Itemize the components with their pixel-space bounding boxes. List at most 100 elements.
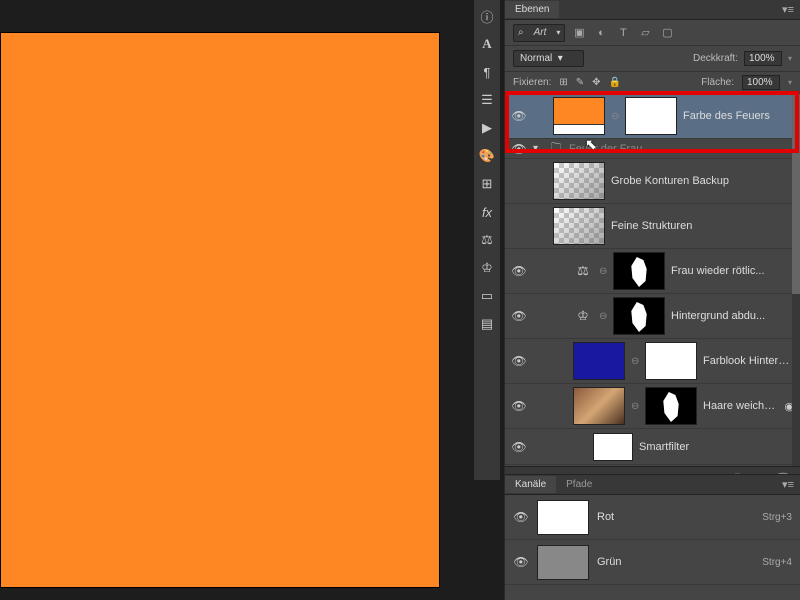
list-icon[interactable]: ☰ xyxy=(477,90,497,110)
layer-row[interactable]: 👁 ⚖ ⊖ Frau wieder rötlic... xyxy=(505,249,800,294)
visibility-icon[interactable]: 👁 xyxy=(511,109,527,123)
stack-icon[interactable]: ▤ xyxy=(477,314,497,334)
visibility-icon[interactable]: 👁 xyxy=(511,354,527,368)
layer-row[interactable]: Grobe Konturen Backup xyxy=(505,159,800,204)
visibility-icon[interactable]: 👁 xyxy=(511,440,527,454)
paragraph-icon[interactable]: ¶ xyxy=(477,62,497,82)
layer-list: 👁 ⊖ Farbe des Feuers 👁 ▾ 🗀 Feuer der Fra… xyxy=(505,94,800,474)
layer-thumbnail[interactable] xyxy=(573,387,625,425)
layer-thumbnail[interactable] xyxy=(573,342,625,380)
palette-icon[interactable]: 🎨 xyxy=(477,146,497,166)
tab-bar: Ebenen ▾≡ xyxy=(505,0,800,20)
mask-thumbnail[interactable] xyxy=(613,252,665,290)
scrollbar[interactable] xyxy=(792,94,800,474)
balance-icon: ⚖ xyxy=(573,263,593,279)
chevron-down-icon[interactable]: ▾ xyxy=(788,78,792,87)
layer-filter-select[interactable]: ⌕ Art ▾ xyxy=(513,24,565,42)
link-icon[interactable]: ⊖ xyxy=(599,266,607,277)
channel-name: Grün xyxy=(597,556,754,568)
visibility-icon[interactable]: 👁 xyxy=(511,264,527,278)
text-tool-icon[interactable]: A xyxy=(477,34,497,54)
fx-icon[interactable]: fx xyxy=(477,202,497,222)
channel-thumbnail[interactable] xyxy=(537,545,589,580)
mask-thumbnail[interactable] xyxy=(625,97,677,135)
filter-shape-icon[interactable]: ▱ xyxy=(637,26,653,39)
lock-row: Fixieren: ⊞ ✎ ✥ 🔒 Fläche: 100% ▾ xyxy=(505,72,800,94)
mask-thumbnail[interactable] xyxy=(645,342,697,380)
channel-row[interactable]: 👁 Rot Strg+3 xyxy=(505,495,800,540)
mask-thumbnail[interactable] xyxy=(645,387,697,425)
layer-name[interactable]: Grobe Konturen Backup xyxy=(611,175,794,187)
curves-icon: ♔ xyxy=(573,308,593,324)
layer-name[interactable]: Haare weichz... xyxy=(703,400,778,412)
layer-name[interactable]: Feuer der Frau xyxy=(569,143,794,155)
channel-thumbnail[interactable] xyxy=(537,500,589,535)
channel-name: Rot xyxy=(597,511,754,523)
link-icon[interactable]: ⊖ xyxy=(611,111,619,122)
lock-move-icon[interactable]: ✥ xyxy=(592,77,600,88)
scales-icon[interactable]: ⚖ xyxy=(477,230,497,250)
link-icon[interactable]: ⊖ xyxy=(631,356,639,367)
crown-icon[interactable]: ♔ xyxy=(477,258,497,278)
fill-input[interactable]: 100% xyxy=(742,75,780,90)
filter-toolbar: ⌕ Art ▾ ▣ ◐ T ▱ ▢ xyxy=(505,20,800,46)
lock-all-icon[interactable]: 🔒 xyxy=(609,77,621,88)
lock-transparency-icon[interactable]: ⊞ xyxy=(559,77,567,88)
canvas[interactable] xyxy=(0,32,440,588)
filter-image-icon[interactable]: ▣ xyxy=(571,26,587,39)
folder-icon: 🗀 xyxy=(551,140,563,157)
search-icon: ⌕ xyxy=(514,27,528,38)
layer-name[interactable]: Smartfilter xyxy=(639,441,794,453)
opacity-label: Deckkraft: xyxy=(693,53,738,64)
panel-menu-icon[interactable]: ▾≡ xyxy=(776,3,800,16)
layer-row[interactable]: 👁 ♔ ⊖ Hintergrund abdu... xyxy=(505,294,800,339)
fill-label: Fläche: xyxy=(701,77,734,88)
tab-paths[interactable]: Pfade xyxy=(556,476,602,493)
panel-menu-icon[interactable]: ▾≡ xyxy=(776,478,800,491)
mask-thumbnail[interactable] xyxy=(593,433,633,461)
doc-icon[interactable]: ▭ xyxy=(477,286,497,306)
tab-layers[interactable]: Ebenen xyxy=(505,1,559,18)
layer-row[interactable]: 👁 ▾ 🗀 Feuer der Frau xyxy=(505,139,800,159)
chevron-down-icon[interactable]: ▾ xyxy=(788,54,792,63)
visibility-icon[interactable]: 👁 xyxy=(511,142,527,156)
info-icon[interactable]: ⓘ xyxy=(477,6,497,26)
visibility-icon[interactable]: 👁 xyxy=(511,399,527,413)
layer-row[interactable]: 👁 ⊖ Farbe des Feuers xyxy=(505,94,800,139)
channel-row[interactable]: 👁 Grün Strg+4 xyxy=(505,540,800,585)
layer-row[interactable]: 👁 ⊖ Farblook Hintergr... xyxy=(505,339,800,384)
layer-name[interactable]: Feine Strukturen xyxy=(611,220,794,232)
mask-thumbnail[interactable] xyxy=(613,297,665,335)
link-icon[interactable]: ⊖ xyxy=(631,401,639,412)
filter-text-icon[interactable]: T xyxy=(615,27,631,39)
blend-row: Normal ▾ Deckkraft: 100% ▾ xyxy=(505,46,800,72)
layer-row[interactable]: Feine Strukturen xyxy=(505,204,800,249)
visibility-icon[interactable]: 👁 xyxy=(513,555,529,569)
filter-smart-icon[interactable]: ▢ xyxy=(659,26,675,39)
blend-mode-select[interactable]: Normal ▾ xyxy=(513,50,584,67)
layer-thumbnail[interactable] xyxy=(553,97,605,135)
layer-row[interactable]: 👁 ⊖ Haare weichz... ◉ xyxy=(505,384,800,429)
layer-row[interactable]: 👁 Smartfilter xyxy=(505,429,800,465)
layer-thumbnail[interactable] xyxy=(553,207,605,245)
layers-panel: Ebenen ▾≡ ⌕ Art ▾ ▣ ◐ T ▱ ▢ Normal ▾ Dec… xyxy=(504,0,800,600)
channel-shortcut: Strg+4 xyxy=(762,557,792,568)
opacity-input[interactable]: 100% xyxy=(744,51,782,66)
lock-brush-icon[interactable]: ✎ xyxy=(576,77,584,88)
chevron-down-icon[interactable]: ▾ xyxy=(533,143,545,154)
layer-name[interactable]: Frau wieder rötlic... xyxy=(671,265,794,277)
layer-thumbnail[interactable] xyxy=(553,162,605,200)
tab-channels[interactable]: Kanäle xyxy=(505,476,556,493)
filter-adjust-icon[interactable]: ◐ xyxy=(593,27,609,39)
visibility-icon[interactable]: 👁 xyxy=(511,309,527,323)
grid-icon[interactable]: ⊞ xyxy=(477,174,497,194)
link-icon[interactable]: ⊖ xyxy=(599,311,607,322)
layer-name[interactable]: Hintergrund abdu... xyxy=(671,310,794,322)
layer-name[interactable]: Farblook Hintergr... xyxy=(703,355,794,367)
play-icon[interactable]: ▶ xyxy=(477,118,497,138)
channel-shortcut: Strg+3 xyxy=(762,512,792,523)
chevron-down-icon: ▾ xyxy=(552,28,564,37)
layer-name[interactable]: Farbe des Feuers xyxy=(683,110,794,122)
visibility-icon[interactable]: 👁 xyxy=(513,510,529,524)
vertical-toolbar: ⓘ A ¶ ☰ ▶ 🎨 ⊞ fx ⚖ ♔ ▭ ▤ xyxy=(474,0,500,480)
